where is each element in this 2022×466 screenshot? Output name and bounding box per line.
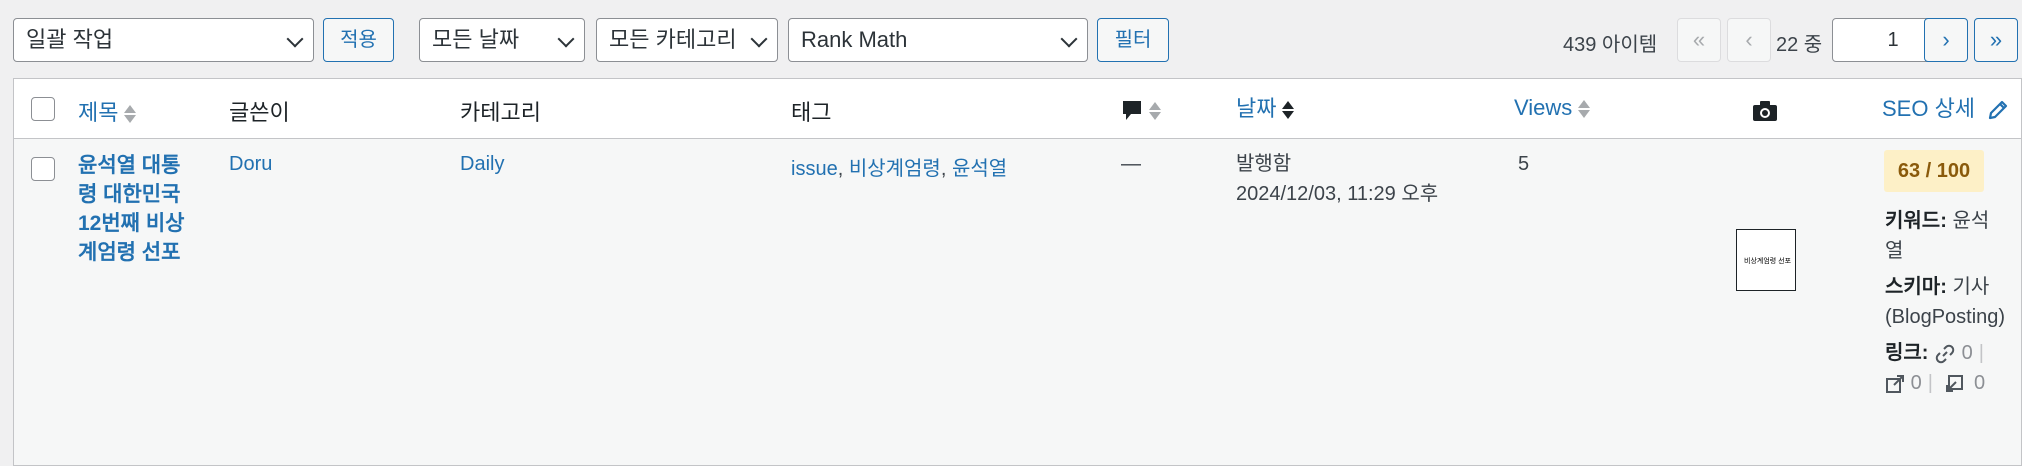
author-link[interactable]: Doru bbox=[229, 153, 272, 176]
view-count: 5 bbox=[1518, 153, 1530, 175]
post-title-line: 12번째 비상 bbox=[78, 212, 185, 235]
posts-table: 제목 글쓴이 카테고리 태그 날짜 Views SEO 상세 윤석열 대통 령 … bbox=[13, 78, 2022, 466]
post-title-line: 령 대한민국 bbox=[78, 183, 181, 206]
column-seo-details[interactable]: SEO 상세 bbox=[1882, 91, 2009, 123]
seo-links-cont: 0 | 0 bbox=[1885, 368, 1985, 398]
comment-count: — bbox=[1121, 153, 1141, 175]
last-page-button[interactable]: » bbox=[1974, 18, 2018, 62]
incoming-link-count: 0 bbox=[1974, 372, 1986, 394]
seo-links: 링크: 0 | bbox=[1885, 338, 1990, 368]
post-thumbnail[interactable]: 비상계엄령 선포 bbox=[1736, 229, 1796, 291]
incoming-link-icon bbox=[1946, 374, 1964, 392]
seo-keyword: 키워드: 윤석 bbox=[1885, 206, 1989, 236]
sort-desc-icon bbox=[1282, 99, 1295, 121]
next-page-button[interactable]: › bbox=[1924, 18, 1968, 62]
first-page-button[interactable]: « bbox=[1677, 18, 1721, 62]
schema-value-cont: (BlogPosting) bbox=[1885, 306, 2006, 328]
seo-keyword-cont: 열 bbox=[1885, 236, 1903, 266]
prev-page-button[interactable]: ‹ bbox=[1727, 18, 1771, 62]
schema-label: 스키마: bbox=[1885, 276, 1947, 298]
chevron-down-icon bbox=[1060, 30, 1078, 48]
bulk-action-select[interactable]: 일괄 작업 bbox=[13, 18, 314, 62]
select-all-checkbox[interactable] bbox=[31, 97, 55, 121]
post-title-line: 윤석열 대통 bbox=[78, 154, 181, 177]
item-count: 439 아이템 bbox=[1563, 34, 1658, 56]
column-author: 글쓴이 bbox=[229, 100, 290, 125]
seo-schema: 스키마: 기사 bbox=[1885, 272, 1989, 302]
separator: | bbox=[1978, 342, 1984, 364]
tag-separator: , bbox=[837, 158, 849, 180]
apply-button[interactable]: 적용 bbox=[323, 18, 394, 62]
tag-link[interactable]: 비상계엄령 bbox=[849, 158, 941, 180]
column-date-label: 날짜 bbox=[1236, 96, 1277, 121]
post-date: 발행함 2024/12/03, 11:29 오후 bbox=[1236, 149, 1438, 209]
filter-button[interactable]: 필터 bbox=[1097, 18, 1169, 62]
thumbnail-caption: 비상계엄령 선포 bbox=[1744, 258, 1792, 265]
sort-icon bbox=[1578, 98, 1591, 120]
sort-icon bbox=[124, 103, 137, 125]
keyword-value: 윤석 bbox=[1952, 210, 1990, 232]
column-title-sort[interactable]: 제목 bbox=[78, 95, 137, 127]
tags-list: issue, 비상계엄령, 윤석열 bbox=[791, 152, 1007, 181]
post-title-line: 계엄령 선포 bbox=[78, 241, 181, 264]
sort-icon bbox=[1149, 100, 1161, 122]
camera-icon bbox=[1753, 101, 1777, 122]
seo-filter-value: Rank Math bbox=[801, 27, 908, 52]
date-filter-select[interactable]: 모든 날짜 bbox=[419, 18, 585, 62]
column-date-sort[interactable]: 날짜 bbox=[1236, 91, 1295, 123]
table-row: 윤석열 대통 령 대한민국 12번째 비상 계엄령 선포 Doru Daily … bbox=[14, 139, 2021, 465]
external-link-count: 0 bbox=[1910, 372, 1922, 394]
date-filter-value: 모든 날짜 bbox=[432, 27, 520, 52]
column-title-label: 제목 bbox=[78, 100, 119, 125]
tag-link[interactable]: issue bbox=[791, 158, 838, 180]
link-icon bbox=[1935, 344, 1955, 363]
bulk-action-value: 일괄 작업 bbox=[26, 27, 114, 52]
seo-schema-cont: (BlogPosting) bbox=[1885, 302, 2005, 332]
column-thumbnail bbox=[1752, 97, 1778, 123]
chevron-down-icon bbox=[750, 30, 768, 48]
column-views-sort[interactable]: Views bbox=[1514, 95, 1591, 121]
external-link-icon bbox=[1886, 374, 1904, 393]
tag-link[interactable]: 윤석열 bbox=[952, 158, 1007, 180]
publish-datetime: 2024/12/03, 11:29 오후 bbox=[1236, 183, 1439, 205]
comment-icon bbox=[1123, 101, 1141, 121]
publish-status: 발행함 bbox=[1236, 153, 1292, 175]
tablenav-top: 일괄 작업 적용 모든 날짜 모든 카테고리 Rank Math 필터 439 … bbox=[0, 0, 2022, 78]
category-filter-select[interactable]: 모든 카테고리 bbox=[596, 18, 778, 62]
total-pages: 22 중 bbox=[1776, 34, 1823, 56]
column-comments-sort[interactable] bbox=[1121, 97, 1161, 123]
pencil-icon[interactable] bbox=[1987, 99, 2009, 121]
links-label: 링크: bbox=[1885, 342, 1929, 364]
column-views-label: Views bbox=[1514, 95, 1573, 120]
tag-separator: , bbox=[940, 158, 952, 180]
separator: | bbox=[1927, 372, 1933, 394]
category-filter-value: 모든 카테고리 bbox=[609, 27, 737, 52]
column-categories: 카테고리 bbox=[460, 100, 541, 125]
internal-link-count: 0 bbox=[1961, 342, 1973, 364]
post-title-link[interactable]: 윤석열 대통 령 대한민국 12번째 비상 계엄령 선포 bbox=[78, 151, 206, 267]
chevron-down-icon bbox=[557, 30, 575, 48]
table-header: 제목 글쓴이 카테고리 태그 날짜 Views SEO 상세 bbox=[14, 79, 2021, 139]
row-checkbox[interactable] bbox=[31, 157, 55, 181]
keyword-value-cont: 열 bbox=[1885, 240, 1904, 262]
keyword-label: 키워드: bbox=[1885, 210, 1947, 232]
category-link[interactable]: Daily bbox=[460, 153, 504, 176]
schema-value: 기사 bbox=[1952, 276, 1990, 298]
seo-score-badge: 63 / 100 bbox=[1884, 150, 1984, 192]
chevron-down-icon bbox=[286, 30, 304, 48]
seo-filter-select[interactable]: Rank Math bbox=[788, 18, 1088, 62]
column-seo-label: SEO 상세 bbox=[1882, 96, 1976, 121]
column-tags: 태그 bbox=[791, 100, 832, 125]
